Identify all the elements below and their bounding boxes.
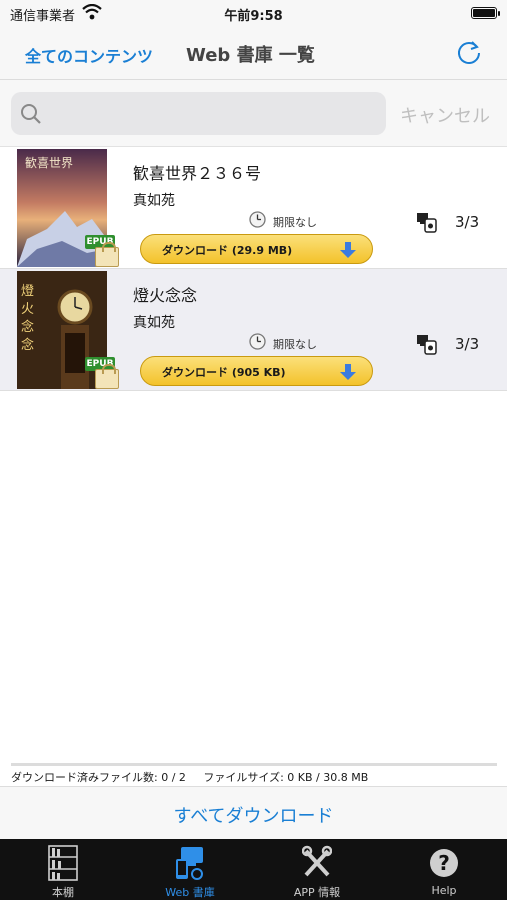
clock-icon [249,211,266,228]
book-title: 歓喜世界２３６号 [133,164,262,183]
book-title: 燈火念念 [133,286,198,305]
all-contents-button[interactable]: 全てのコンテンツ [25,43,153,67]
lock-icon [95,242,119,267]
device-count: 3/3 [455,335,480,353]
svg-text:?: ? [438,851,450,875]
lock-icon [95,364,119,389]
battery-icon [471,7,500,19]
download-button-label: ダウンロード (29.9 MB) [162,244,293,257]
help-icon: ? [430,849,458,877]
refresh-icon[interactable] [455,38,483,66]
search-icon [21,104,41,124]
book-author: 真如苑 [133,315,175,331]
tab-help[interactable]: ? Help [381,839,507,900]
page-title: Web 書庫 一覧 [186,45,315,66]
svg-text:念: 念 [21,337,34,353]
book-cover-image: 歓喜世界 [17,149,107,267]
book-cover-image: 燈 火 念 念 [17,271,107,389]
downloaded-count: ダウンロード済みファイル数: 0 / 2 [11,771,186,784]
book-author: 真如苑 [133,193,175,209]
tab-label: Help [431,884,457,897]
status-bar: 通信事業者 午前9:58 [0,0,507,26]
tab-app-info[interactable]: APP 情報 [254,839,380,900]
svg-text:燈: 燈 [21,284,34,299]
clock-icon [249,333,266,350]
search-field[interactable] [11,92,386,135]
expiry-label: 期限なし [273,338,317,351]
tools-icon [302,845,332,877]
tab-bookshelf[interactable]: 本棚 [0,839,126,900]
tab-label: 本棚 [52,886,74,899]
download-arrow-icon [340,242,356,258]
tab-label: Web 書庫 [165,886,215,899]
web-library-icon [176,847,203,880]
cancel-button[interactable]: キャンセル [400,102,490,128]
screen: 通信事業者 午前9:58 全てのコンテンツ Web 書庫 一覧 キャンセル 歓喜… [0,0,507,900]
file-size-summary: ファイルサイズ: 0 KB / 30.8 MB [203,771,369,784]
download-all-label: すべてダウンロード [173,806,334,827]
tab-web-library[interactable]: Web 書庫 [127,839,253,900]
svg-text:歓喜世界: 歓喜世界 [25,156,73,170]
bookshelf-icon [48,845,78,881]
tab-label: APP 情報 [293,886,341,899]
download-button[interactable]: ダウンロード (905 KB) [140,356,373,386]
device-count: 3/3 [455,213,480,231]
download-summary: ダウンロード済みファイル数: 0 / 2 ファイルサイズ: 0 KB / 30.… [11,763,497,785]
svg-text:念: 念 [21,319,34,335]
devices-icon [417,213,437,233]
tab-bar: 本棚 Web 書庫 APP 情報 ? Help [0,839,507,900]
expiry-label: 期限なし [273,216,317,229]
devices-icon [417,335,437,355]
svg-text:火: 火 [21,302,34,317]
book-row[interactable]: 歓喜世界 EPUB 歓喜世界２３６号 真如苑 期限なし ダウンロード (29.9… [0,147,507,269]
navigation-bar: 全てのコンテンツ Web 書庫 一覧 [0,26,507,80]
book-row[interactable]: 燈 火 念 念 EPUB 燈火念念 真如苑 期限なし ダウンロード (905 K… [0,269,507,391]
download-button[interactable]: ダウンロード (29.9 MB) [140,234,373,264]
download-button-label: ダウンロード (905 KB) [162,366,286,379]
clock-time: 午前9:58 [224,9,283,24]
download-all-button[interactable]: すべてダウンロード [0,786,507,839]
search-bar: キャンセル [0,80,507,147]
search-input[interactable] [51,100,371,128]
download-arrow-icon [340,364,356,380]
